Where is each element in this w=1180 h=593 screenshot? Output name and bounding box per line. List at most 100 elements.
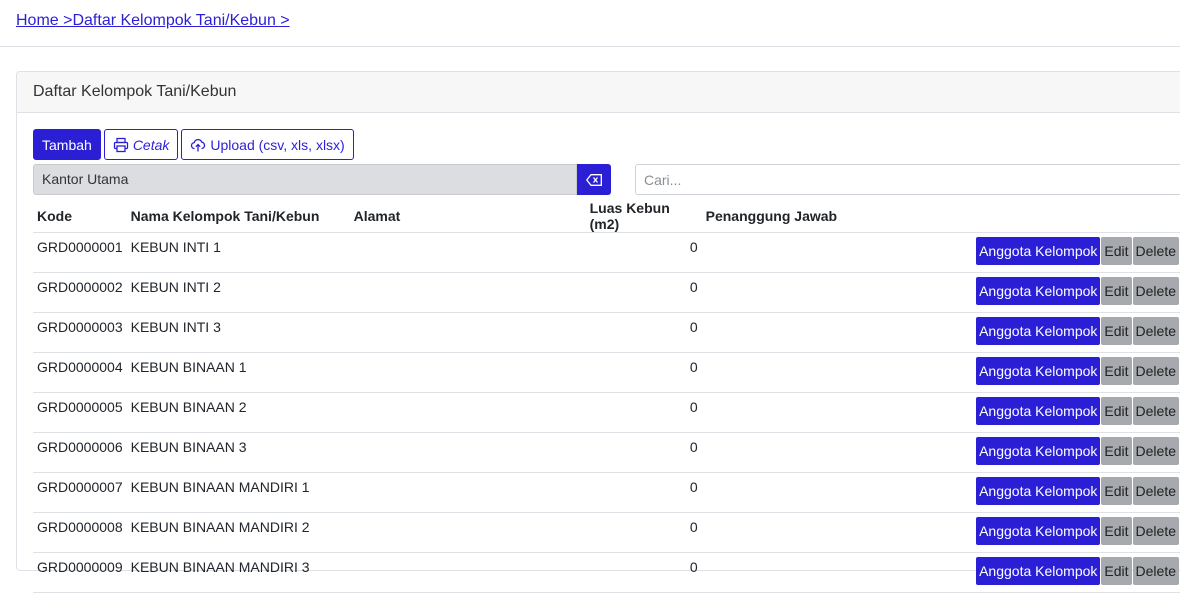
add-button[interactable]: Tambah — [33, 129, 101, 160]
cell-kode: GRD0000003 — [33, 312, 127, 353]
cell-kode: GRD0000005 — [33, 392, 127, 433]
office-select[interactable]: Kantor Utama — [33, 164, 577, 195]
column-header-kode: Kode — [33, 200, 127, 233]
cell-alamat — [349, 392, 586, 433]
anggota-kelompok-button[interactable]: Anggota Kelompok — [976, 237, 1101, 265]
cell-penanggung-jawab — [701, 312, 920, 353]
cell-nama: KEBUN BINAAN MANDIRI 1 — [126, 472, 350, 513]
cell-luas: 0 — [585, 312, 702, 353]
anggota-kelompok-button[interactable]: Anggota Kelompok — [976, 517, 1101, 545]
office-filter: Kantor Utama — [33, 164, 611, 195]
cell-nama: KEBUN BINAAN 1 — [126, 352, 350, 393]
delete-button[interactable]: Delete — [1132, 397, 1179, 425]
delete-button[interactable]: Delete — [1132, 317, 1179, 345]
anggota-kelompok-button[interactable]: Anggota Kelompok — [976, 477, 1101, 505]
anggota-kelompok-button[interactable]: Anggota Kelompok — [976, 397, 1101, 425]
table-row: GRD0000006 KEBUN BINAAN 3 0 Anggota Kelompo… — [33, 432, 1180, 473]
cell-luas: 0 — [585, 352, 702, 393]
breadcrumb: Home >Daftar Kelompok Tani/Kebun > — [16, 12, 290, 30]
table-row: GRD0000009 KEBUN BINAAN MANDIRI 3 0 Anggota… — [33, 552, 1180, 593]
print-label: Cetak — [132, 136, 170, 153]
cell-actions: Anggota Kelompok Edit Delete — [919, 312, 1180, 353]
print-button[interactable]: Cetak — [103, 129, 179, 160]
cell-penanggung-jawab — [701, 352, 920, 393]
cell-nama: KEBUN INTI 2 — [126, 272, 350, 313]
header-divider — [0, 46, 1180, 47]
upload-button[interactable]: Upload (csv, xls, xlsx) — [181, 129, 354, 160]
anggota-kelompok-button[interactable]: Anggota Kelompok — [976, 277, 1101, 305]
cell-penanggung-jawab — [701, 432, 920, 473]
cell-luas: 0 — [585, 272, 702, 313]
edit-button[interactable]: Edit — [1101, 397, 1132, 425]
table-row: GRD0000003 KEBUN INTI 3 0 Anggota Kelompok E… — [33, 312, 1180, 353]
anggota-kelompok-button[interactable]: Anggota Kelompok — [976, 557, 1101, 585]
cell-actions: Anggota Kelompok Edit Delete — [919, 352, 1180, 393]
cell-nama: KEBUN INTI 1 — [126, 232, 350, 273]
cell-alamat — [349, 352, 586, 393]
column-header-penanggung-jawab: Penanggung Jawab — [701, 200, 920, 233]
delete-button[interactable]: Delete — [1132, 437, 1179, 465]
edit-button[interactable]: Edit — [1101, 437, 1132, 465]
table-row: GRD0000004 KEBUN BINAAN 1 0 Anggota Kelompo… — [33, 352, 1180, 393]
delete-button[interactable]: Delete — [1132, 477, 1179, 505]
table-row: GRD0000002 KEBUN INTI 2 0 Anggota Kelompok E… — [33, 272, 1180, 313]
backspace-icon — [586, 173, 602, 186]
anggota-kelompok-button[interactable]: Anggota Kelompok — [976, 357, 1101, 385]
column-header-actions — [919, 200, 1180, 233]
cell-nama: KEBUN BINAAN MANDIRI 2 — [126, 512, 350, 553]
cell-actions: Anggota Kelompok Edit Delete — [919, 232, 1180, 273]
delete-button[interactable]: Delete — [1132, 237, 1179, 265]
clear-filter-button[interactable] — [577, 164, 611, 195]
delete-button[interactable]: Delete — [1132, 517, 1179, 545]
breadcrumb-current-link[interactable]: Daftar Kelompok Tani/Kebun > — [72, 12, 289, 29]
edit-button[interactable]: Edit — [1101, 477, 1132, 505]
cell-kode: GRD0000008 — [33, 512, 127, 553]
cell-kode: GRD0000007 — [33, 472, 127, 513]
table-row: GRD0000007 KEBUN BINAAN MANDIRI 1 0 Anggota… — [33, 472, 1180, 513]
edit-button[interactable]: Edit — [1101, 317, 1132, 345]
cell-actions: Anggota Kelompok Edit Delete — [919, 552, 1180, 593]
cell-alamat — [349, 312, 586, 353]
cell-alamat — [349, 552, 586, 593]
edit-button[interactable]: Edit — [1101, 557, 1132, 585]
cell-penanggung-jawab — [701, 512, 920, 553]
search-input[interactable] — [635, 164, 1180, 195]
printer-icon — [113, 137, 129, 153]
data-table: Kode Nama Kelompok Tani/Kebun Alamat Lua… — [33, 200, 1180, 593]
cell-kode: GRD0000009 — [33, 552, 127, 593]
cell-penanggung-jawab — [701, 392, 920, 433]
edit-button[interactable]: Edit — [1101, 357, 1132, 385]
cell-alamat — [349, 232, 586, 273]
cell-luas: 0 — [585, 392, 702, 433]
cell-actions: Anggota Kelompok Edit Delete — [919, 392, 1180, 433]
edit-button[interactable]: Edit — [1101, 237, 1132, 265]
cell-nama: KEBUN BINAAN MANDIRI 3 — [126, 552, 350, 593]
table-row: GRD0000008 KEBUN BINAAN MANDIRI 2 0 Anggota… — [33, 512, 1180, 553]
card-title: Daftar Kelompok Tani/Kebun — [17, 72, 1180, 113]
delete-button[interactable]: Delete — [1132, 557, 1179, 585]
breadcrumb-home-link[interactable]: Home > — [16, 12, 72, 29]
cell-kode: GRD0000006 — [33, 432, 127, 473]
cell-penanggung-jawab — [701, 552, 920, 593]
cell-actions: Anggota Kelompok Edit Delete — [919, 512, 1180, 553]
cell-luas: 0 — [585, 512, 702, 553]
cell-nama: KEBUN INTI 3 — [126, 312, 350, 353]
cell-penanggung-jawab — [701, 272, 920, 313]
cell-alamat — [349, 272, 586, 313]
cell-penanggung-jawab — [701, 472, 920, 513]
cell-nama: KEBUN BINAAN 3 — [126, 432, 350, 473]
cell-luas: 0 — [585, 432, 702, 473]
anggota-kelompok-button[interactable]: Anggota Kelompok — [976, 317, 1101, 345]
edit-button[interactable]: Edit — [1101, 517, 1132, 545]
cell-nama: KEBUN BINAAN 2 — [126, 392, 350, 433]
cell-actions: Anggota Kelompok Edit Delete — [919, 472, 1180, 513]
delete-button[interactable]: Delete — [1132, 277, 1179, 305]
cell-luas: 0 — [585, 552, 702, 593]
table-body: GRD0000001 KEBUN INTI 1 0 Anggota Kelompok E… — [33, 232, 1180, 593]
anggota-kelompok-button[interactable]: Anggota Kelompok — [976, 437, 1101, 465]
table-header-row: Kode Nama Kelompok Tani/Kebun Alamat Lua… — [33, 200, 1180, 233]
table-row: GRD0000001 KEBUN INTI 1 0 Anggota Kelompok E… — [33, 232, 1180, 273]
edit-button[interactable]: Edit — [1101, 277, 1132, 305]
cell-alamat — [349, 432, 586, 473]
delete-button[interactable]: Delete — [1132, 357, 1179, 385]
